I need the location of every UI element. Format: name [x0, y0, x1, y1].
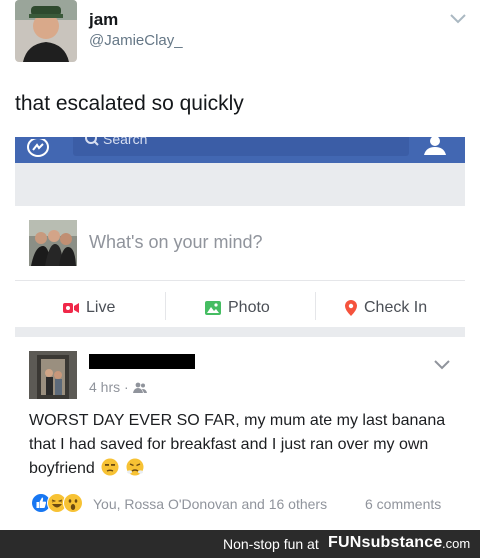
divider	[315, 292, 316, 320]
reaction-summary[interactable]: You, Rossa O'Donovan and 16 others	[93, 496, 327, 512]
live-button[interactable]: Live	[63, 296, 115, 320]
photo-button[interactable]: Photo	[205, 296, 270, 320]
unamused-face-icon	[101, 458, 119, 476]
search-placeholder: Search	[103, 137, 148, 147]
divider	[15, 280, 465, 281]
post-timestamp[interactable]: 4 hrs	[89, 379, 120, 395]
wow-icon	[63, 493, 83, 513]
tweet-handle[interactable]: @JamieClay_	[89, 32, 183, 49]
chevron-down-icon[interactable]	[448, 12, 468, 26]
comments-count[interactable]: 6 comments	[365, 496, 441, 512]
post-author-avatar[interactable]	[29, 351, 77, 399]
friend-requests-icon[interactable]	[421, 137, 449, 155]
post-meta: 4 hrs ·	[89, 379, 147, 395]
face-with-steam-icon	[126, 458, 144, 476]
composer-input[interactable]: What's on your mind?	[89, 232, 263, 253]
post-body: WORST DAY EVER SO FAR, my mum ate my las…	[29, 409, 455, 481]
location-pin-icon	[345, 300, 357, 316]
reaction-icons[interactable]	[31, 493, 83, 513]
redacted-author-name	[89, 354, 195, 369]
chevron-down-icon[interactable]	[433, 359, 451, 371]
photo-icon	[205, 301, 221, 315]
composer-avatar	[29, 220, 77, 266]
messenger-icon[interactable]	[27, 139, 49, 159]
footer-tagline: Non-stop fun at	[223, 536, 319, 552]
search-input[interactable]: Search	[73, 137, 409, 156]
meta-separator: ·	[120, 379, 129, 395]
live-video-icon	[63, 303, 79, 313]
watermark-footer: Non-stop fun at FUNsubstance .com	[0, 530, 480, 558]
footer-domain: .com	[442, 536, 471, 551]
post-body-text: WORST DAY EVER SO FAR, my mum ate my las…	[29, 412, 446, 477]
tweet-avatar[interactable]	[15, 0, 77, 62]
tweet-text: that escalated so quickly	[15, 92, 244, 115]
friends-icon	[132, 382, 147, 393]
live-label: Live	[86, 299, 116, 316]
footer-brand: FUNsubstance	[328, 534, 443, 551]
search-icon	[85, 137, 99, 146]
photo-label: Photo	[228, 299, 270, 316]
status-composer: What's on your mind? Live Photo Check In	[15, 206, 465, 327]
facebook-top-bar: Search	[15, 137, 465, 163]
feed-post: 4 hrs · WORST DAY EVER SO FAR, my mum at…	[15, 337, 465, 529]
check-in-label: Check In	[364, 299, 428, 316]
facebook-screenshot: Search What's on your mind? Live Photo C…	[15, 137, 465, 529]
tweet-display-name[interactable]: jam	[89, 10, 118, 30]
divider	[165, 292, 166, 320]
check-in-button[interactable]: Check In	[345, 296, 427, 320]
